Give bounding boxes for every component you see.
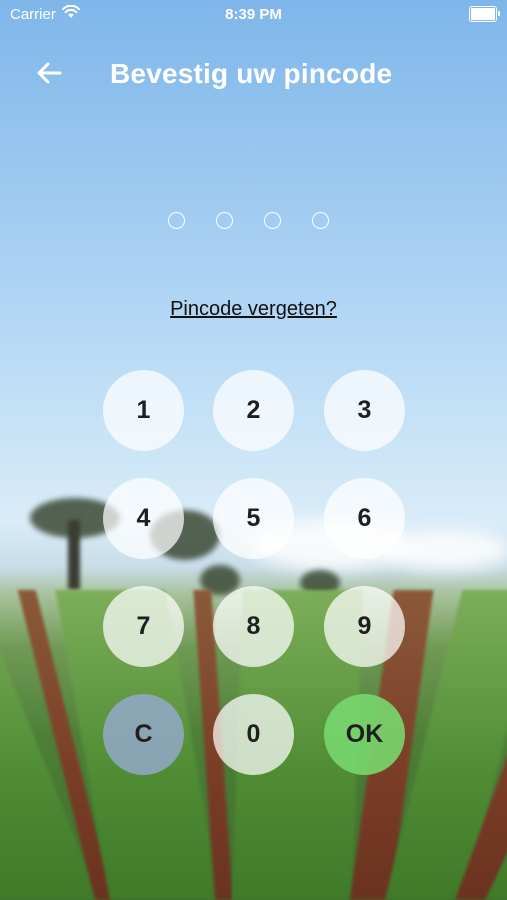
- pin-indicator: [168, 212, 348, 234]
- forgot-pin-link[interactable]: Pincode vergeten?: [170, 298, 337, 320]
- back-button[interactable]: [32, 58, 66, 92]
- key-0[interactable]: 0: [213, 694, 294, 775]
- ok-button[interactable]: OK: [324, 694, 405, 775]
- key-4[interactable]: 4: [103, 478, 184, 559]
- background-tree-trunk: [68, 520, 80, 590]
- key-6[interactable]: 6: [324, 478, 405, 559]
- battery-icon: [469, 6, 500, 22]
- page-title: Bevestig uw pincode: [110, 58, 393, 89]
- status-bar: Carrier 8:39 PM: [0, 0, 507, 30]
- key-8[interactable]: 8: [213, 586, 294, 667]
- clear-button[interactable]: C: [103, 694, 184, 775]
- key-2[interactable]: 2: [213, 370, 294, 451]
- pin-dot: [168, 212, 185, 229]
- key-9[interactable]: 9: [324, 586, 405, 667]
- key-5[interactable]: 5: [213, 478, 294, 559]
- key-3[interactable]: 3: [324, 370, 405, 451]
- forgot-pin-container: Pincode vergeten?: [0, 298, 507, 321]
- pin-dot: [264, 212, 281, 229]
- key-7[interactable]: 7: [103, 586, 184, 667]
- key-1[interactable]: 1: [103, 370, 184, 451]
- pin-confirm-screen: Carrier 8:39 PM Bevestig uw pincode Pinc…: [0, 0, 507, 900]
- arrow-left-icon: [36, 62, 62, 89]
- pin-dot: [312, 212, 329, 229]
- pin-dot: [216, 212, 233, 229]
- clock: 8:39 PM: [225, 6, 282, 23]
